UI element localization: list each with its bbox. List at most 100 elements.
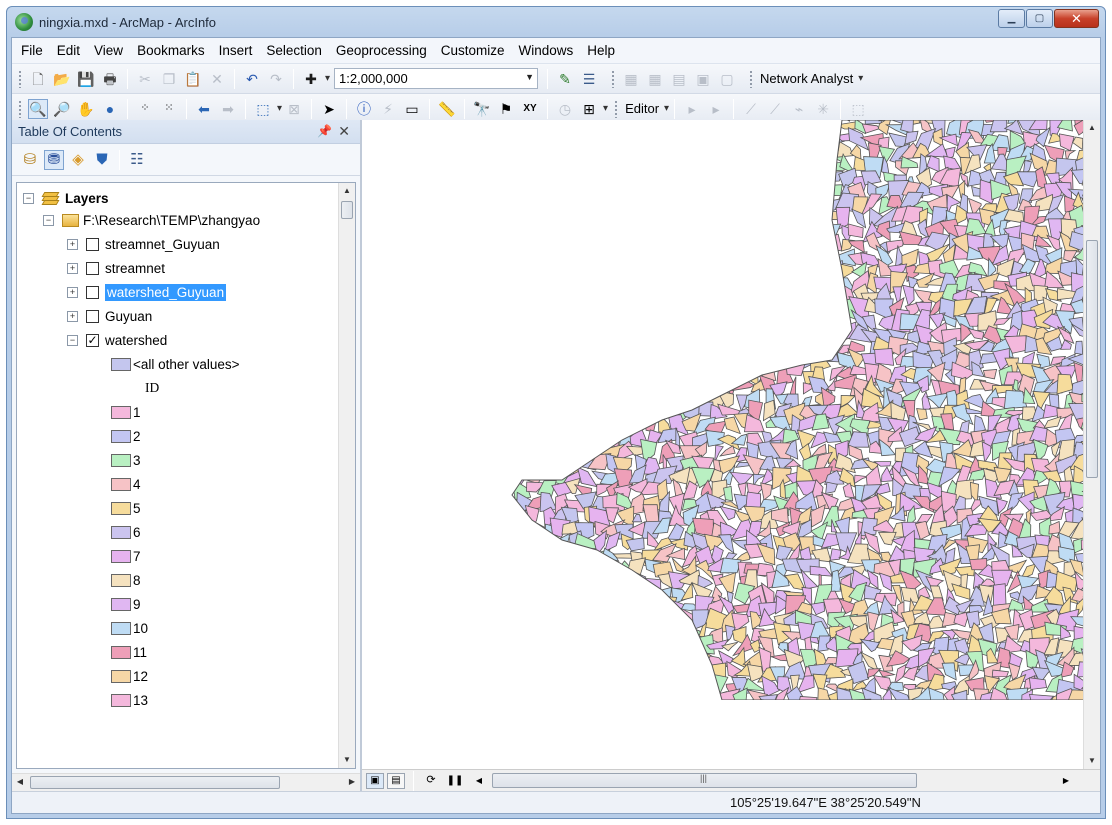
legend-swatch[interactable] xyxy=(111,645,131,659)
menu-insert[interactable]: Insert xyxy=(212,43,260,58)
legend-class-row[interactable]: 11 xyxy=(111,641,147,663)
legend-swatch[interactable] xyxy=(111,477,131,491)
chevron-down-icon[interactable]: ▾ xyxy=(277,103,282,114)
expand-icon[interactable]: + xyxy=(67,262,78,274)
legend-swatch[interactable] xyxy=(111,573,131,587)
undo-icon[interactable]: ↶ xyxy=(242,69,262,89)
paste-icon[interactable]: 📋 xyxy=(183,69,203,89)
maximize-button[interactable]: ▢ xyxy=(1026,9,1053,28)
layer-visibility-checkbox[interactable] xyxy=(86,309,99,323)
save-icon[interactable]: 💾 xyxy=(76,69,96,89)
menu-help[interactable]: Help xyxy=(580,43,622,58)
close-button[interactable]: ✕ xyxy=(1054,9,1099,28)
collapse-icon[interactable]: − xyxy=(67,334,78,346)
toc-horizontal-scrollbar[interactable]: ◀ ▶ xyxy=(12,773,360,791)
scroll-right-arrow-icon[interactable]: ▶ xyxy=(344,774,360,790)
toolbar-grip[interactable] xyxy=(749,69,754,88)
point-icon[interactable]: ✳ xyxy=(813,99,833,119)
collapse-icon[interactable]: − xyxy=(43,214,54,226)
layer-row-selected[interactable]: + watershed_Guyuan xyxy=(67,281,227,303)
search-window-icon[interactable]: ▦ xyxy=(645,69,665,89)
python-icon[interactable]: ▣ xyxy=(693,69,713,89)
scroll-right-arrow-icon[interactable]: ▶ xyxy=(1056,771,1076,791)
toolbar-grip[interactable] xyxy=(18,99,22,118)
editor-menu[interactable]: Editor xyxy=(622,101,662,116)
straight-segment-icon[interactable]: ⟋ xyxy=(741,99,761,119)
catalog-icon[interactable]: ▦ xyxy=(621,69,641,89)
layer-visibility-checkbox[interactable] xyxy=(86,261,99,275)
scroll-down-arrow-icon[interactable]: ▼ xyxy=(339,752,355,768)
refresh-icon[interactable]: ⟳ xyxy=(421,771,441,791)
legend-swatch[interactable] xyxy=(111,669,131,683)
legend-class-row[interactable]: 3 xyxy=(111,449,141,471)
find-binoculars-icon[interactable]: 🔭 xyxy=(472,99,492,119)
legend-swatch[interactable] xyxy=(111,525,131,539)
list-by-source-icon[interactable]: ⛃ xyxy=(44,149,64,170)
scroll-thumb[interactable] xyxy=(341,201,353,219)
scroll-left-arrow-icon[interactable]: ◀ xyxy=(12,774,28,790)
menu-geoprocessing[interactable]: Geoprocessing xyxy=(329,43,434,58)
legend-swatch[interactable] xyxy=(111,405,131,419)
edit-tool-icon[interactable]: ▸ xyxy=(682,99,702,119)
map-canvas[interactable] xyxy=(362,120,1083,769)
legend-swatch[interactable] xyxy=(111,501,131,515)
legend-class-row[interactable]: 12 xyxy=(111,665,148,687)
list-by-drawing-order-icon[interactable]: ⛁ xyxy=(20,150,40,170)
watershed-map[interactable] xyxy=(362,120,1083,701)
fixed-zoom-in-icon[interactable]: ⁘ xyxy=(135,99,155,119)
legend-swatch[interactable] xyxy=(111,597,131,611)
legend-class-row[interactable]: 10 xyxy=(111,617,148,639)
scroll-down-arrow-icon[interactable]: ▼ xyxy=(1084,753,1100,769)
network-analyst-menu[interactable]: Network Analyst xyxy=(757,71,856,86)
print-icon[interactable]: 🖶 xyxy=(100,69,120,89)
menu-windows[interactable]: Windows xyxy=(512,43,581,58)
trace-icon[interactable]: ⌁ xyxy=(789,99,809,119)
toolbar-grip[interactable] xyxy=(614,99,619,118)
collapse-icon[interactable]: − xyxy=(23,192,34,204)
legend-class-row[interactable]: 7 xyxy=(111,545,141,567)
legend-swatch[interactable] xyxy=(111,453,131,467)
pan-hand-icon[interactable]: ✋ xyxy=(76,99,96,119)
toolbar-grip[interactable] xyxy=(18,69,22,88)
layer-row[interactable]: + Guyuan xyxy=(67,305,152,327)
minimize-button[interactable]: ▁ xyxy=(998,9,1025,28)
select-elements-arrow-icon[interactable]: ➤ xyxy=(319,99,339,119)
menu-selection[interactable]: Selection xyxy=(259,43,329,58)
legend-class-row[interactable]: 2 xyxy=(111,425,141,447)
legend-class-row[interactable]: 5 xyxy=(111,497,141,519)
full-extent-globe-icon[interactable]: ● xyxy=(100,99,120,119)
layout-view-icon[interactable]: ▤ xyxy=(387,772,405,789)
list-by-selection-icon[interactable]: ⛊ xyxy=(92,150,112,170)
menu-bookmarks[interactable]: Bookmarks xyxy=(130,43,212,58)
open-folder-icon[interactable]: 📂 xyxy=(52,69,72,89)
edit-vertices-icon[interactable]: ⬚ xyxy=(848,99,868,119)
edit-annotation-icon[interactable]: ▸ xyxy=(706,99,726,119)
pin-icon[interactable]: 📌 xyxy=(317,124,332,138)
scroll-thumb[interactable] xyxy=(30,776,280,789)
layer-visibility-checkbox-checked[interactable]: ✓ xyxy=(86,333,99,347)
map-scale-combo[interactable]: 1:2,000,000 ▼ xyxy=(334,68,539,89)
expand-icon[interactable]: + xyxy=(67,238,78,250)
arctoolbox-icon[interactable]: ▤ xyxy=(669,69,689,89)
go-to-xy-icon[interactable]: XY xyxy=(520,99,540,119)
expand-icon[interactable]: + xyxy=(67,286,78,298)
scroll-left-arrow-icon[interactable]: ◀ xyxy=(469,771,489,791)
cut-icon[interactable]: ✂ xyxy=(135,69,155,89)
toolbar-grip[interactable] xyxy=(611,69,616,88)
layer-row[interactable]: + streamnet_Guyuan xyxy=(67,233,220,255)
measure-icon[interactable]: 📏 xyxy=(437,99,457,119)
scroll-up-arrow-icon[interactable]: ▲ xyxy=(339,183,355,199)
title-bar[interactable]: ningxia.mxd - ArcMap - ArcInfo ▁ ▢ ✕ xyxy=(7,7,1105,37)
pause-drawing-icon[interactable]: ❚❚ xyxy=(445,771,465,791)
close-icon[interactable]: ✕ xyxy=(338,123,350,140)
toc-vertical-scrollbar[interactable]: ▲ ▼ xyxy=(338,183,355,768)
legend-class-row[interactable]: 8 xyxy=(111,569,141,591)
chevron-down-icon[interactable]: ▾ xyxy=(603,103,608,114)
model-builder-icon[interactable]: ▢ xyxy=(717,69,737,89)
html-popup-icon[interactable]: ▭ xyxy=(402,99,422,119)
chevron-down-icon[interactable]: ▾ xyxy=(858,73,863,84)
scroll-thumb[interactable] xyxy=(1086,240,1098,478)
time-slider-icon[interactable]: ◷ xyxy=(555,99,575,119)
options-icon[interactable]: ☷ xyxy=(127,150,147,170)
legend-swatch[interactable] xyxy=(111,621,131,635)
